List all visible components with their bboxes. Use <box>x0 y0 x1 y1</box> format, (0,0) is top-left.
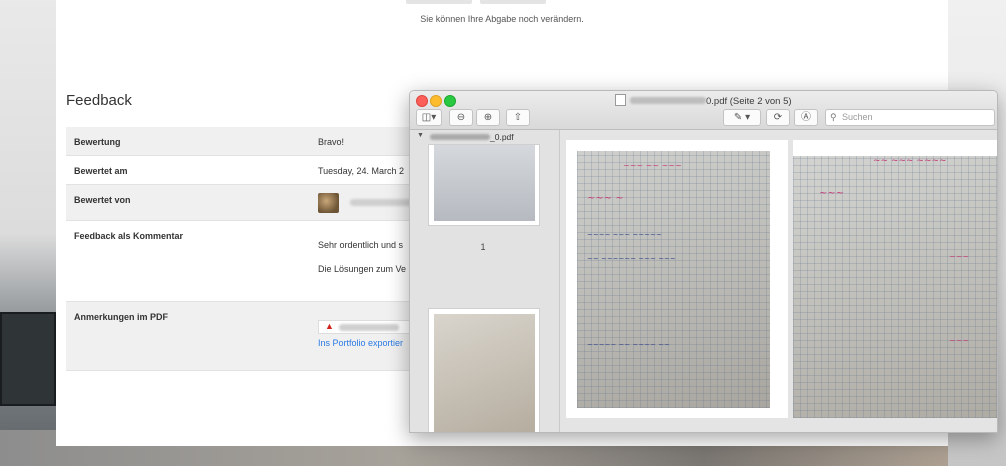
grader-avatar <box>318 193 339 213</box>
preview-window: 0.pdf (Seite 2 von 5) ◫▾ ⊖ ⊕ ⇧ ✎ ▾ ⟳ Ⓐ ⚲… <box>409 90 998 433</box>
disclosure-triangle-icon[interactable]: ▼ <box>417 132 424 139</box>
pdf-filename-redacted <box>339 324 399 331</box>
label-bewertung: Bewertung <box>74 137 121 147</box>
top-button-left[interactable] <box>406 0 472 4</box>
handwritten-heading: ~~~ ~~ ~~~ <box>623 161 682 170</box>
rotate-icon: ⟳ <box>773 112 783 123</box>
label-anmerkungen-pdf: Anmerkungen im PDF <box>74 312 169 322</box>
window-title-filename-redacted <box>630 97 706 104</box>
close-window-button[interactable] <box>416 95 428 107</box>
handwritten-subheading: ~~~ ~ <box>587 193 624 204</box>
window-title-text: 0.pdf (Seite 2 von 5) <box>706 96 792 107</box>
label-bewertet-am: Bewertet am <box>74 166 128 176</box>
pdf-page: ~~~ ~~ ~~~ ~~~ ~ ~~~~ ~~~ ~~~~~ ~~ ~~~~~… <box>566 140 788 418</box>
thumbnail-page-number: 1 <box>480 242 486 252</box>
pdf-document-icon <box>615 94 626 106</box>
markup-pen-button[interactable]: ✎ ▾ <box>723 109 761 126</box>
annotate-icon: Ⓐ <box>801 112 811 123</box>
share-icon: ⇧ <box>513 112 523 123</box>
share-button[interactable]: ⇧ <box>506 109 530 126</box>
label-feedback-kommentar: Feedback als Kommentar <box>74 231 184 241</box>
handwritten-line: ~~ ~~~~~~ ~~~ ~~~ <box>587 255 676 263</box>
thumbnail-image <box>434 314 535 432</box>
markup-pen-icon: ✎ ▾ <box>733 112 751 123</box>
value-bewertet-am: Tuesday, 24. March 2 <box>318 166 405 176</box>
homework-photo: ~~ ~~~ ~~~~ ~~~ ~~~ ~~~ <box>793 156 997 418</box>
annotate-button[interactable]: Ⓐ <box>794 109 818 126</box>
handwritten-line: ~~~~ ~~~ ~~~~~ <box>587 231 662 239</box>
pdf-file-icon: ▲ <box>325 321 334 331</box>
minimize-window-button[interactable] <box>430 95 442 107</box>
homework-photo: ~~~ ~~ ~~~ ~~~ ~ ~~~~ ~~~ ~~~~~ ~~ ~~~~~… <box>577 151 770 408</box>
pdf-page: ~~ ~~~ ~~~~ ~~~ ~~~ ~~~ <box>793 140 997 418</box>
comment-line-2: Die Lösungen zum Ve <box>318 264 407 274</box>
preview-titlebar: 0.pdf (Seite 2 von 5) ◫▾ ⊖ ⊕ ⇧ ✎ ▾ ⟳ Ⓐ ⚲ <box>410 91 997 130</box>
zoom-out-icon: ⊖ <box>456 112 466 123</box>
page-thumbnail-1[interactable] <box>428 144 540 226</box>
zoom-in-button[interactable]: ⊕ <box>476 109 500 126</box>
handwritten-line: ~~~~~ ~~ ~~~~ ~~ <box>587 341 670 349</box>
thumbnail-image <box>434 145 535 221</box>
sidebar-toggle-button[interactable]: ◫▾ <box>416 109 442 126</box>
zoom-window-button[interactable] <box>444 95 456 107</box>
window-title: 0.pdf (Seite 2 von 5) <box>615 94 792 107</box>
handwritten-subheading: ~~~ <box>819 188 845 199</box>
submission-notice: Sie können Ihre Abgabe noch verändern. <box>420 14 584 24</box>
comment-line-1: Sehr ordentlich und s <box>318 240 404 250</box>
sidebar-toggle-icon: ◫▾ <box>421 112 437 123</box>
zoom-in-icon: ⊕ <box>483 112 493 123</box>
background-monitor <box>0 312 56 406</box>
sidebar-file-header[interactable]: ▼ _0.pdf <box>410 130 559 144</box>
search-icon: ⚲ <box>830 112 837 122</box>
annotated-pdf-file[interactable]: ▲ <box>318 320 412 334</box>
rotate-button[interactable]: ⟳ <box>766 109 790 126</box>
export-portfolio-link[interactable]: Ins Portfolio exportier <box>318 338 403 348</box>
feedback-title: Feedback <box>66 92 132 109</box>
top-button-right[interactable] <box>480 0 546 4</box>
page-thumbnail-2[interactable] <box>428 308 540 432</box>
value-bewertung: Bravo! <box>318 137 345 147</box>
search-field[interactable]: ⚲ <box>825 109 995 126</box>
handwritten-line: ~~~ <box>949 252 970 261</box>
sidebar-filename-redacted <box>430 134 490 140</box>
search-input[interactable] <box>842 111 987 123</box>
sidebar-file-suffix: _0.pdf <box>490 132 514 142</box>
thumbnail-sidebar: ▼ _0.pdf 1 <box>410 130 560 432</box>
label-bewertet-von: Bewertet von <box>74 195 131 205</box>
handwritten-line: ~~~ <box>949 336 970 345</box>
document-view[interactable]: ~~~ ~~ ~~~ ~~~ ~ ~~~~ ~~~ ~~~~~ ~~ ~~~~~… <box>560 130 997 432</box>
handwritten-heading: ~~ ~~~ ~~~~ <box>873 156 947 166</box>
zoom-out-button[interactable]: ⊖ <box>449 109 473 126</box>
